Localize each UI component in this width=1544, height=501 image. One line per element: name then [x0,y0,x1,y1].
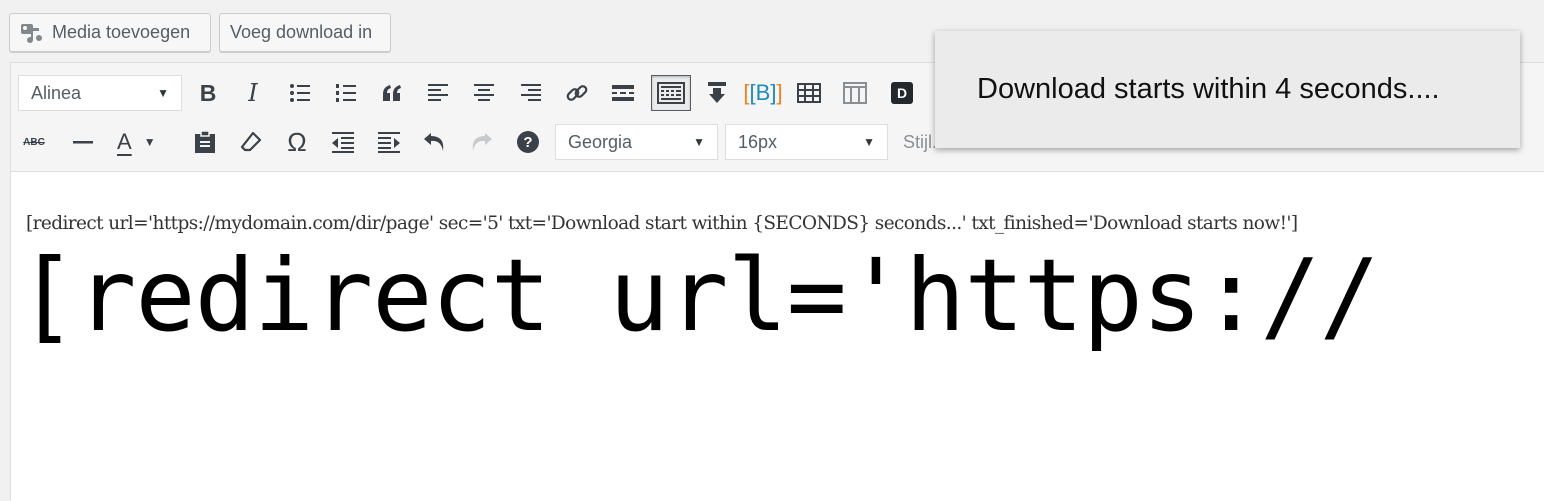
read-more-icon [612,85,634,101]
font-size-select[interactable]: 16px ▼ [725,124,888,160]
bulleted-list-icon [290,84,310,102]
outdent-icon [332,132,354,153]
indent-icon [378,132,400,153]
special-character-button[interactable]: Ω [279,124,315,160]
table-button[interactable] [791,75,827,111]
bracket-shortcode-icon: [[B]] [743,80,783,105]
d-plugin-button[interactable]: D [884,75,920,111]
download-countdown-toast: Download starts within 4 seconds.... [935,31,1520,148]
clear-formatting-button[interactable] [233,124,269,160]
editor-content[interactable]: [redirect url='https://mydomain.com/dir/… [11,172,1544,501]
enlarged-shortcode-text: [redirect url='https:// [17,237,1380,354]
add-media-button[interactable]: Media toevoegen [9,13,211,52]
bracket-shortcode-glyph: [B] [749,80,777,105]
text-color-button[interactable]: A ▼ [109,124,167,160]
read-more-button[interactable] [605,75,641,111]
bold-button[interactable]: B [190,75,226,111]
indent-button[interactable] [371,124,407,160]
help-icon: ? [517,131,539,153]
add-media-label: Media toevoegen [52,22,191,42]
insert-link-button[interactable] [559,75,595,111]
strikethrough-icon: ABC [23,136,45,148]
insert-download-button[interactable]: Voeg download in [219,13,391,52]
chevron-down-icon: ▼ [143,135,156,149]
align-center-button[interactable] [466,75,502,111]
download-icon [708,82,726,103]
italic-button[interactable]: I [235,75,271,111]
outdent-button[interactable] [325,124,361,160]
toolbar-toggle-button[interactable] [651,75,691,111]
font-size-value: 16px [738,131,778,152]
bracket-shortcode-button[interactable]: [[B]] [743,75,783,111]
font-family-select[interactable]: Georgia ▼ [555,124,718,160]
redo-icon [472,133,492,151]
horizontal-line-icon [73,141,93,144]
columns-icon [843,82,867,104]
omega-icon: Ω [287,126,307,157]
align-right-button[interactable] [513,75,549,111]
bold-icon: B [199,79,217,106]
undo-icon [424,133,444,151]
link-icon [566,85,588,101]
clipboard-icon [195,130,215,153]
align-left-button[interactable] [420,75,456,111]
italic-icon: I [248,79,258,107]
toast-message: Download starts within 4 seconds.... [977,73,1440,105]
shortcode-text: [redirect url='https://mydomain.com/dir/… [26,213,1298,234]
chevron-down-icon: ▼ [157,86,169,100]
help-button[interactable]: ? [510,124,546,160]
chevron-down-icon: ▼ [693,135,705,149]
font-family-value: Georgia [568,131,633,152]
paste-as-text-button[interactable] [187,124,223,160]
eraser-icon [240,131,262,152]
horizontal-line-button[interactable] [65,124,101,160]
strikethrough-button[interactable]: ABC [16,124,52,160]
insert-download-label: Voeg download in [230,22,373,42]
columns-button[interactable] [837,75,873,111]
redo-button[interactable] [463,124,499,160]
align-right-icon [521,84,541,101]
keyboard-icon [657,82,685,104]
blockquote-button[interactable] [374,75,410,111]
d-plugin-icon: D [891,82,913,104]
align-center-icon [474,84,494,101]
table-icon [797,83,821,103]
numbered-list-icon [336,84,356,102]
format-select-value: Alinea [31,82,82,103]
chevron-down-icon: ▼ [863,135,875,149]
format-select[interactable]: Alinea ▼ [18,75,182,111]
numbered-list-button[interactable] [328,75,364,111]
download-button[interactable] [699,75,735,111]
media-icon [20,22,44,44]
align-left-icon [428,84,448,101]
text-color-icon: A [117,129,132,154]
blockquote-icon [383,85,401,101]
bulleted-list-button[interactable] [282,75,318,111]
undo-button[interactable] [417,124,453,160]
